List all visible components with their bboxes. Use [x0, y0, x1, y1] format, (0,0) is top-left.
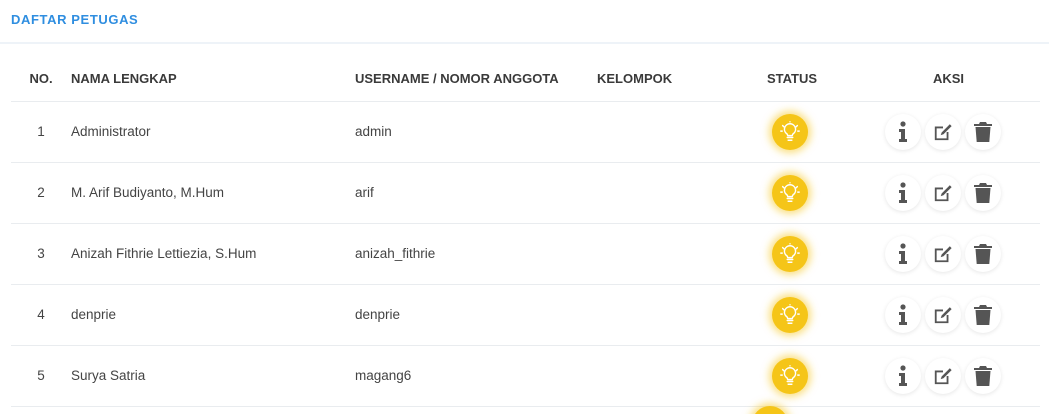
edit-icon [934, 367, 952, 384]
edit-icon [934, 184, 952, 201]
status-toggle-button[interactable] [772, 296, 808, 333]
officer-group [597, 284, 727, 346]
trash-icon [973, 365, 992, 386]
column-header-group: KELOMPOK [597, 44, 727, 102]
edit-icon [934, 306, 952, 323]
officer-username: arif [355, 162, 597, 224]
row-actions [884, 113, 1001, 150]
actions-cell [857, 345, 1040, 407]
actions-cell [857, 162, 1040, 224]
officers-table-container: NO. NAMA LENGKAP USERNAME / NOMOR ANGGOT… [11, 44, 1040, 407]
edit-button[interactable] [924, 357, 961, 394]
table-header: NO. NAMA LENGKAP USERNAME / NOMOR ANGGOT… [11, 44, 1040, 102]
actions-cell [857, 284, 1040, 346]
info-button[interactable] [884, 357, 921, 394]
page-title: DAFTAR PETUGAS [11, 12, 139, 27]
status-toggle-button[interactable] [772, 174, 808, 211]
column-header-no: NO. [11, 44, 71, 102]
status-cell [727, 284, 857, 346]
officer-group [597, 223, 727, 285]
delete-button[interactable] [964, 113, 1001, 150]
officer-username: denprie [355, 284, 597, 346]
actions-cell [857, 101, 1040, 163]
actions-cell [857, 223, 1040, 285]
row-actions [884, 357, 1001, 394]
table-row: 3 Anizah Fithrie Lettiezia, S.Hum anizah… [11, 223, 1040, 285]
status-toggle-button[interactable] [772, 113, 808, 150]
officer-username: anizah_fithrie [355, 223, 597, 285]
lightbulb-icon [780, 364, 800, 385]
row-actions [884, 235, 1001, 272]
table-row: 4 denprie denprie [11, 284, 1040, 346]
delete-button[interactable] [964, 174, 1001, 211]
edit-button[interactable] [924, 113, 961, 150]
officer-group [597, 345, 727, 407]
edit-icon [934, 245, 952, 262]
info-button[interactable] [884, 113, 921, 150]
officer-username: magang6 [355, 345, 597, 407]
info-icon [898, 120, 907, 142]
trash-icon [973, 243, 992, 264]
row-number: 2 [11, 162, 71, 224]
lightbulb-icon [780, 120, 800, 141]
status-toggle-button[interactable] [772, 235, 808, 272]
officer-group [597, 162, 727, 224]
row-actions [884, 296, 1001, 333]
officer-name: Anizah Fithrie Lettiezia, S.Hum [71, 223, 355, 285]
lightbulb-icon [780, 242, 800, 263]
edit-icon [934, 123, 952, 140]
info-button[interactable] [884, 235, 921, 272]
table-row: 2 M. Arif Budiyanto, M.Hum arif [11, 162, 1040, 224]
lightbulb-icon [780, 181, 800, 202]
info-button[interactable] [884, 174, 921, 211]
info-icon [898, 242, 907, 264]
lightbulb-icon [780, 303, 800, 324]
officers-table: NO. NAMA LENGKAP USERNAME / NOMOR ANGGOT… [11, 44, 1040, 407]
info-icon [898, 181, 907, 203]
officer-name: M. Arif Budiyanto, M.Hum [71, 162, 355, 224]
officer-group [597, 101, 727, 163]
info-icon [898, 364, 907, 386]
info-icon [898, 303, 907, 325]
status-toggle-button[interactable] [772, 357, 808, 394]
officer-name: denprie [71, 284, 355, 346]
status-cell [727, 101, 857, 163]
row-number: 4 [11, 284, 71, 346]
trash-icon [973, 182, 992, 203]
info-button[interactable] [884, 296, 921, 333]
row-number: 1 [11, 101, 71, 163]
table-row: 1 Administrator admin [11, 101, 1040, 163]
delete-button[interactable] [964, 235, 1001, 272]
status-cell [727, 223, 857, 285]
officer-username: admin [355, 101, 597, 163]
column-header-name: NAMA LENGKAP [71, 44, 355, 102]
delete-button[interactable] [964, 296, 1001, 333]
edit-button[interactable] [924, 296, 961, 333]
row-number: 3 [11, 223, 71, 285]
row-number: 5 [11, 345, 71, 407]
column-header-actions: AKSI [857, 44, 1040, 102]
delete-button[interactable] [964, 357, 1001, 394]
status-cell [727, 162, 857, 224]
column-header-username: USERNAME / NOMOR ANGGOTA [355, 44, 597, 102]
officer-name: Administrator [71, 101, 355, 163]
trash-icon [973, 121, 992, 142]
column-header-status: STATUS [727, 44, 857, 102]
card-header: DAFTAR PETUGAS [0, 0, 1049, 44]
edit-button[interactable] [924, 174, 961, 211]
row-actions [884, 174, 1001, 211]
table-header-row: NO. NAMA LENGKAP USERNAME / NOMOR ANGGOT… [11, 44, 1040, 102]
status-cell [727, 345, 857, 407]
trash-icon [973, 304, 992, 325]
table-body: 1 Administrator admin 2 M. Arif Budiyant… [11, 101, 1040, 407]
table-row: 5 Surya Satria magang6 [11, 345, 1040, 407]
table-row-partial [11, 406, 1040, 414]
edit-button[interactable] [924, 235, 961, 272]
status-badge[interactable] [752, 406, 788, 414]
officer-name: Surya Satria [71, 345, 355, 407]
